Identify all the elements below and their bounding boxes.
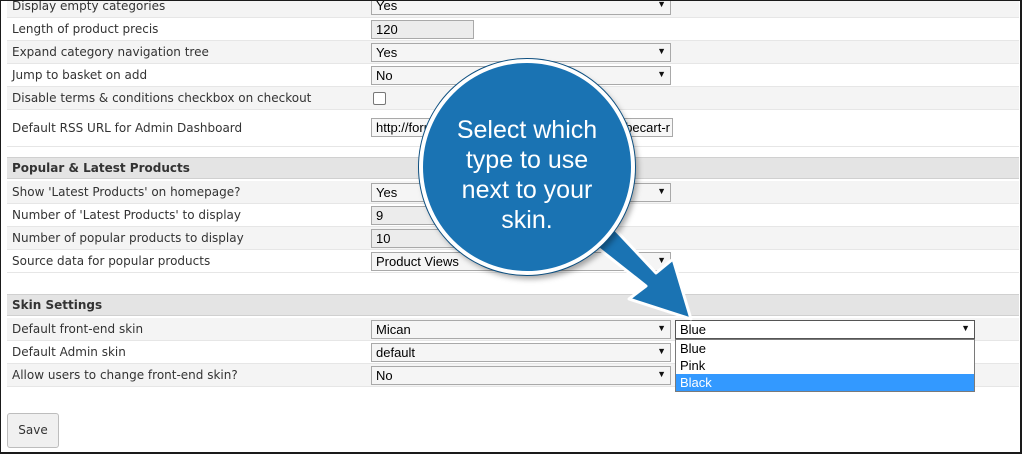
- callout-bubble: Select which type to use next to your sk…: [419, 59, 635, 275]
- settings-frame: Display empty categories Yes ▼ Length of…: [0, 0, 1022, 454]
- callout-text: Select which type to use next to your sk…: [456, 116, 598, 234]
